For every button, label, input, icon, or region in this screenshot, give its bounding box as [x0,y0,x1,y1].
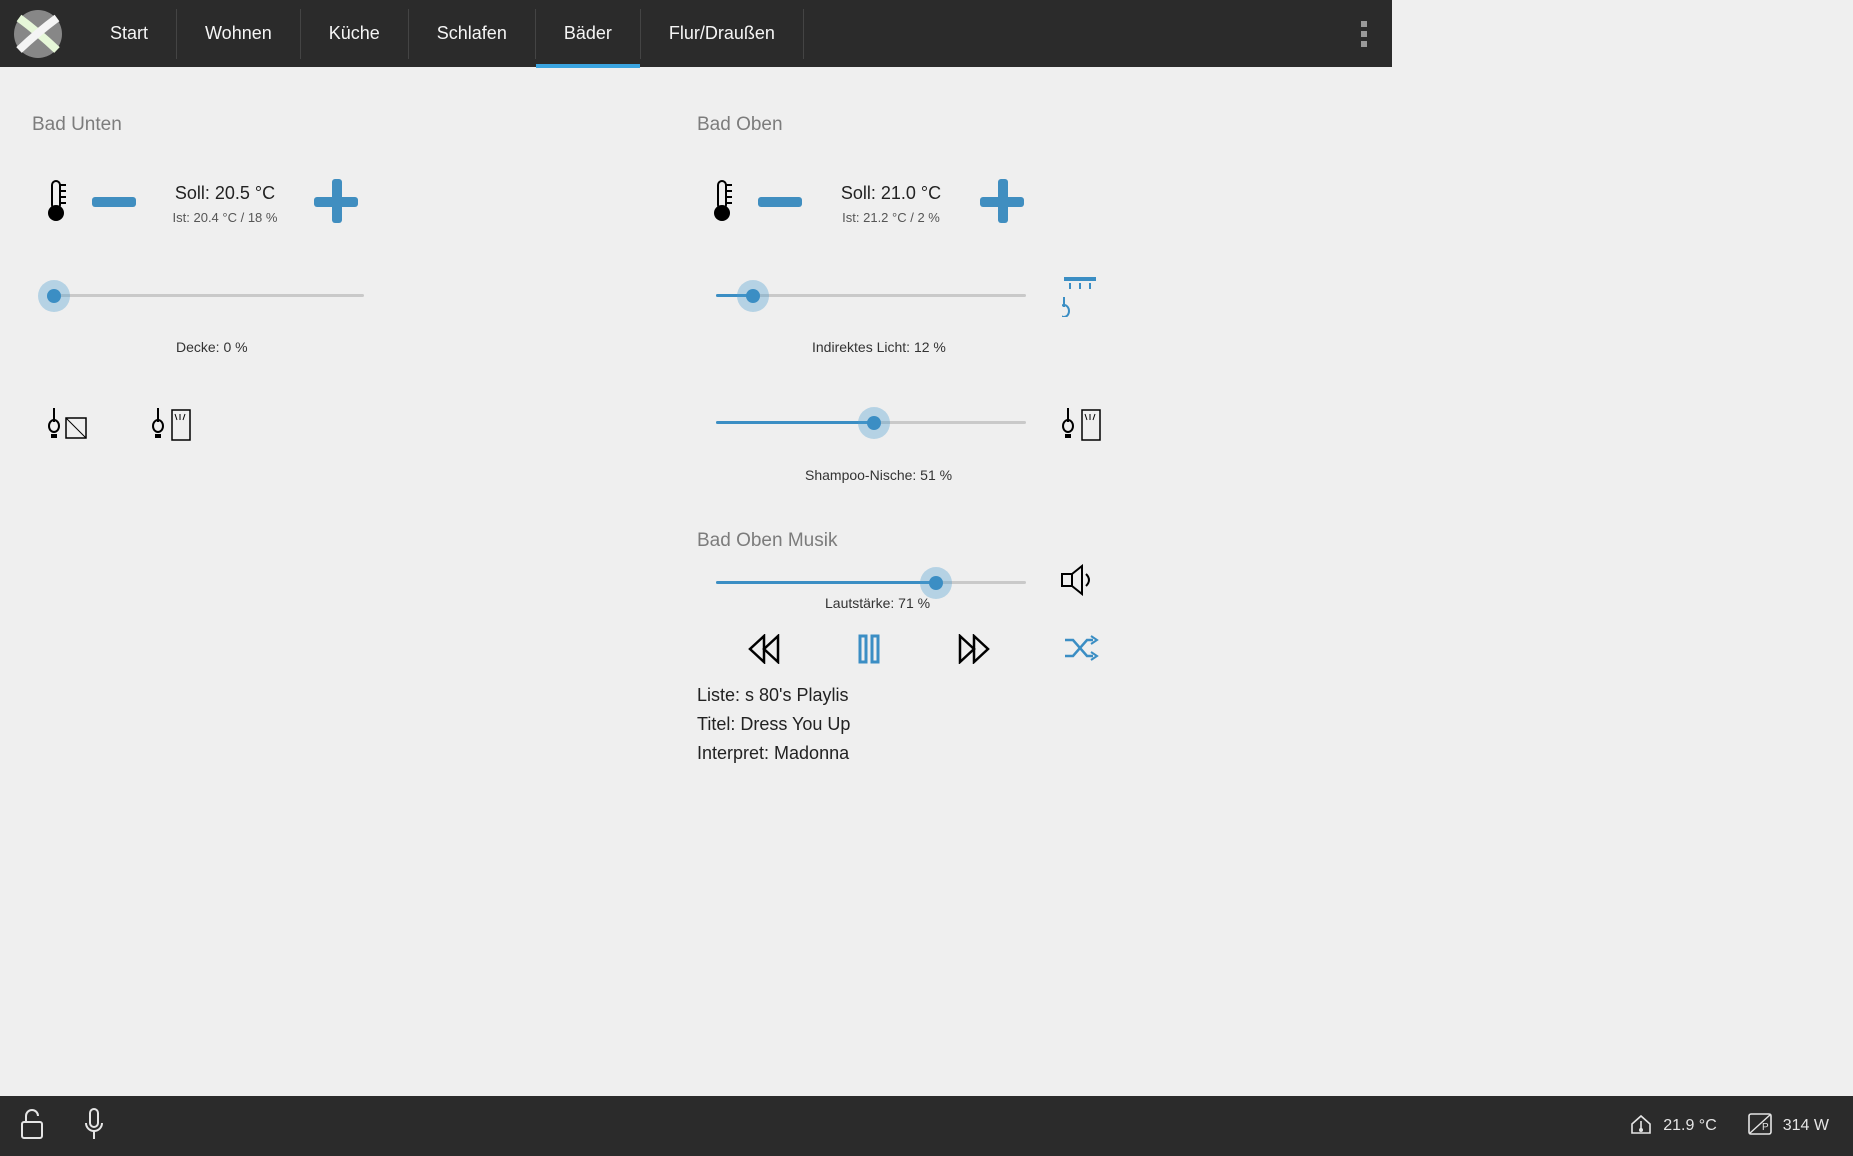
slider-decke-label: Decke: 0 % [176,339,248,355]
more-menu-icon[interactable] [1360,0,1368,67]
nav-item-baeder[interactable]: Bäder [536,9,641,59]
slider-shampoo-label: Shampoo-Nische: 51 % [805,467,952,483]
thermometer-icon [710,179,734,228]
slider-thumb[interactable] [858,407,890,439]
slider-indirekt-label: Indirektes Licht: 12 % [812,339,946,355]
thermostat-bad-oben: Soll: 21.0 °C Ist: 21.2 °C / 2 % [710,175,1028,232]
thermometer-icon [44,179,68,228]
slider-thumb[interactable] [737,280,769,312]
music-playlist: Liste: s 80's Playlis [697,685,850,706]
next-track-button[interactable] [958,634,990,669]
section-title-bad-oben: Bad Oben [697,114,783,136]
slider-shampoo[interactable] [716,421,1026,424]
temp-soll: Soll: 20.5 °C [175,183,275,204]
nav-label: Schlafen [437,23,507,44]
power-meter-icon: P [1747,1112,1773,1141]
music-artist: Interpret: Madonna [697,743,850,764]
nav-item-schlafen[interactable]: Schlafen [409,9,536,59]
status-power-value: 314 W [1783,1117,1829,1135]
svg-text:P: P [1762,1122,1769,1133]
content-area: Bad Unten Soll: 20.5 °C Ist: 20.4 °C / 1… [0,67,1392,809]
status-outdoor-temp: 21.9 °C [1629,1112,1717,1141]
slider-thumb[interactable] [38,280,70,312]
music-transport [748,634,990,669]
temp-minus-button[interactable] [88,175,140,232]
light-mirror-button[interactable] [48,404,88,447]
nav-label: Start [110,23,148,44]
app-logo [14,10,62,58]
slider-volume[interactable] [716,581,1026,584]
section-title-bad-oben-musik: Bad Oben Musik [697,530,837,552]
pause-button[interactable] [858,634,880,669]
lock-open-icon[interactable] [20,1108,44,1145]
status-temp-value: 21.9 °C [1663,1117,1717,1135]
temp-plus-button[interactable] [976,175,1028,232]
temp-ist: Ist: 21.2 °C / 2 % [842,210,940,225]
nav-label: Bäder [564,23,612,44]
light-shower-head-button[interactable] [1062,275,1098,322]
temp-plus-button[interactable] [310,175,362,232]
mic-icon[interactable] [84,1107,104,1146]
nav-label: Wohnen [205,23,272,44]
thermostat-bad-unten: Soll: 20.5 °C Ist: 20.4 °C / 18 % [44,175,362,232]
nav-label: Flur/Draußen [669,23,775,44]
light-shower-button[interactable] [152,404,192,447]
section-title-bad-unten: Bad Unten [32,114,122,136]
top-nav: Start Wohnen Küche Schlafen Bäder Flur/D… [0,0,1392,67]
nav-label: Küche [329,23,380,44]
house-temp-icon [1629,1112,1653,1141]
music-meta: Liste: s 80's Playlis Titel: Dress You U… [697,685,850,772]
temp-minus-button[interactable] [754,175,806,232]
bottom-bar: 21.9 °C P 314 W [0,1096,1853,1156]
slider-decke[interactable] [54,294,364,297]
shuffle-button[interactable] [1063,632,1099,669]
music-title: Titel: Dress You Up [697,714,850,735]
nav-item-kueche[interactable]: Küche [301,9,409,59]
speaker-icon[interactable] [1060,564,1096,601]
status-power: P 314 W [1747,1112,1829,1141]
slider-volume-label: Lautstärke: 71 % [825,595,930,611]
slider-thumb[interactable] [920,567,952,599]
temp-ist: Ist: 20.4 °C / 18 % [173,210,278,225]
previous-track-button[interactable] [748,634,780,669]
slider-indirekt[interactable] [716,294,1026,297]
temp-soll: Soll: 21.0 °C [841,183,941,204]
nav-item-wohnen[interactable]: Wohnen [177,9,301,59]
nav-item-start[interactable]: Start [82,9,177,59]
light-shower-button[interactable] [1062,404,1102,447]
nav-item-flur-draussen[interactable]: Flur/Draußen [641,9,804,59]
